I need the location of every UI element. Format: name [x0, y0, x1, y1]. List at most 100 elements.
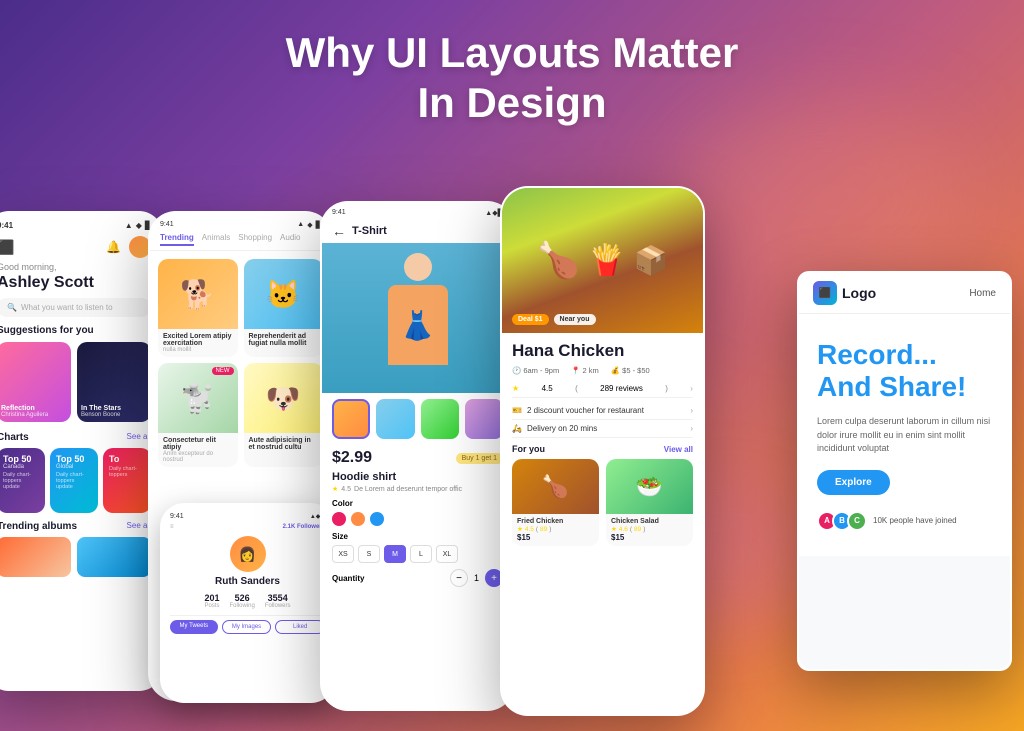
p1-suggestion-card-1[interactable]: Reflection Christina Aguilera	[0, 342, 71, 422]
p3-color-pink[interactable]	[332, 512, 346, 526]
p1-suggestion-card-2[interactable]: In The Stars Benson Boone	[77, 342, 151, 422]
p5-avatar-3: C	[847, 511, 867, 531]
p3-thumb-4[interactable]	[465, 399, 503, 439]
p4-fries-icon: 🍟	[588, 243, 625, 278]
p3-size-xl[interactable]: XL	[436, 545, 458, 563]
p3-size-m[interactable]: M	[384, 545, 406, 563]
p4-distance-val: 2 km	[583, 366, 599, 375]
p4-badge-row: Deal $1 Near you	[512, 314, 596, 325]
phone-profile-card: 9:41 ▲◆▊ ≡ 2.1K Followers 👩 Ruth Sanders…	[160, 503, 335, 703]
p2b-action-row: ≡	[170, 524, 174, 530]
p4-food-card-1[interactable]: 🍗 Fried Chicken ★4.5(89) $15	[512, 459, 599, 546]
p4-near-badge: Near you	[554, 314, 596, 325]
p2-tab-trending[interactable]: Trending	[160, 233, 194, 246]
p3-thumb-1[interactable]	[332, 399, 370, 439]
p2-item4-title: Aute adipisicing in et nostrud cultu	[249, 437, 319, 451]
p1-status-icons: ▲ ◆ ▊	[125, 221, 151, 230]
p3-thumb-3[interactable]	[421, 399, 459, 439]
p4-food-card-2[interactable]: 🥗 Chicken Salad ★4.6(89) $15	[606, 459, 693, 546]
p1-chart-card-2[interactable]: Top 50 Global Daily chart-toppers update	[50, 448, 98, 513]
p2b-stat-followers: 3554 Followers	[265, 593, 291, 609]
p4-box-icon: 📦	[634, 244, 669, 277]
p2-tab-shopping[interactable]: Shopping	[238, 233, 272, 246]
p2b-liked-btn[interactable]: Liked	[275, 620, 325, 634]
p2-item-2[interactable]: 🐱 Reprehenderit ad fugiat nulla mollit	[244, 259, 324, 357]
location-icon: 📍	[571, 366, 580, 375]
p2b-following-val: 526	[229, 593, 254, 603]
p3-star-icon: ★	[332, 485, 338, 493]
p3-size-xs[interactable]: XS	[332, 545, 354, 563]
p1-chart-card-3[interactable]: To Daily chart-toppers	[103, 448, 151, 513]
p4-reviews: 289 reviews	[600, 384, 643, 393]
p2-item3-sub: nostrud	[163, 457, 233, 463]
p3-back-btn[interactable]: ←	[332, 223, 346, 239]
p1-time: 9:41	[0, 221, 13, 230]
p4-chevron-3: ›	[690, 424, 693, 433]
p3-model-body: 👗	[388, 285, 448, 365]
p2b-stat-following: 526 Following	[229, 593, 254, 609]
p4-discount-item[interactable]: 🎫 2 discount voucher for restaurant ›	[512, 402, 693, 420]
p2-item2-title: Reprehenderit ad fugiat nulla mollit	[249, 333, 319, 347]
p3-buy-tag: Buy 1 get 1	[456, 453, 503, 464]
p1-search-bar[interactable]: 🔍 What you want to listen to	[0, 298, 151, 317]
p2-tab-animals[interactable]: Animals	[202, 233, 230, 246]
p2-new-badge: NEW	[212, 367, 234, 375]
p3-qty-minus[interactable]: −	[450, 569, 468, 587]
p4-price-val: $5 - $50	[622, 366, 650, 375]
p4-food-card-row: 🍗 Fried Chicken ★4.5(89) $15 🥗 Chicken S…	[512, 459, 693, 546]
p4-for-you-label: For you	[512, 444, 545, 454]
clock-icon: 🕐	[512, 366, 521, 375]
p5-nav-home[interactable]: Home	[969, 288, 996, 299]
p2-item1-title: Excited Lorem atipiy exercitation	[163, 333, 233, 347]
p2b-header: ≡ 2.1K Followers	[170, 524, 325, 530]
p4-food1-price: $15	[517, 533, 594, 542]
p4-food2-name: Chicken Salad	[611, 518, 688, 525]
p3-color-orange[interactable]	[351, 512, 365, 526]
p1-trending-1[interactable]	[0, 537, 71, 577]
p2-item-3[interactable]: 🐩 NEW Consectetur elit atipiy Anim excep…	[158, 363, 238, 467]
p3-quantity-row: Quantity − 1 +	[322, 569, 513, 587]
p1-greeting: Good morning,	[0, 262, 151, 272]
p1-charts-label: Charts	[0, 432, 29, 443]
p3-status-bar: 9:41 ▲◆▊	[322, 203, 513, 219]
p2-item-4[interactable]: 🐶 Aute adipisicing in et nostrud cultu	[244, 363, 324, 467]
p4-chevron-1: ›	[690, 384, 693, 393]
p1-trending-2[interactable]	[77, 537, 151, 577]
p5-explore-button[interactable]: Explore	[817, 470, 890, 495]
p3-color-section: Color	[322, 499, 513, 532]
p3-qty-label: Quantity	[332, 574, 364, 583]
p4-for-you-header: For you View all	[512, 444, 693, 454]
bg-blob-1	[674, 100, 974, 300]
p3-color-blue[interactable]	[370, 512, 384, 526]
p4-chicken-icon: 🍗	[537, 240, 581, 281]
p2b-posts-val: 201	[204, 593, 219, 603]
p3-thumb-2[interactable]	[376, 399, 414, 439]
p5-hero-heading: Record... And Share!	[817, 339, 992, 403]
p4-hours-val: 6am - 9pm	[523, 366, 559, 375]
p4-food-card-2-info: Chicken Salad ★4.6(89) $15	[606, 514, 693, 546]
main-headline: Why UI Layouts Matter In Design	[0, 28, 1024, 129]
p4-rating-row[interactable]: ★ 4.5 (289 reviews) ›	[512, 380, 693, 398]
p3-size-s[interactable]: S	[358, 545, 380, 563]
p3-back-row: ← T-Shirt	[322, 219, 513, 243]
p1-chart3-desc: Daily chart-toppers	[109, 466, 145, 478]
p2b-stats: 201 Posts 526 Following 3554 Followers	[170, 593, 325, 609]
p1-chart-card-1[interactable]: Top 50 Canada Daily chart-toppers update	[0, 448, 45, 513]
p2-tab-audio[interactable]: Audio	[280, 233, 300, 246]
p4-food-items: 🍗 🍟 📦	[537, 240, 669, 281]
p3-size-l[interactable]: L	[410, 545, 432, 563]
p1-chart1-sub: Canada	[3, 464, 39, 470]
p1-chart3-title: To	[109, 454, 145, 464]
p4-delivery-item[interactable]: 🛵 Delivery on 20 mins ›	[512, 420, 693, 438]
p4-chevron-2: ›	[690, 406, 693, 415]
p4-view-all[interactable]: View all	[664, 445, 693, 454]
p2b-tweets-btn[interactable]: My Tweets	[170, 620, 218, 634]
p2-item-1[interactable]: 🐕 Excited Lorem atipiy exercitation null…	[158, 259, 238, 357]
p2-wifi-icon: ◆	[307, 221, 312, 229]
p2-time: 9:41	[160, 221, 174, 229]
p3-color-options	[332, 512, 503, 526]
p2b-followers: 2.1K Followers	[283, 524, 325, 530]
notification-icon[interactable]: 🔔	[106, 240, 121, 254]
p4-food2-rating: ★4.6(89)	[611, 525, 688, 533]
p2b-images-btn[interactable]: My Images	[222, 620, 272, 634]
